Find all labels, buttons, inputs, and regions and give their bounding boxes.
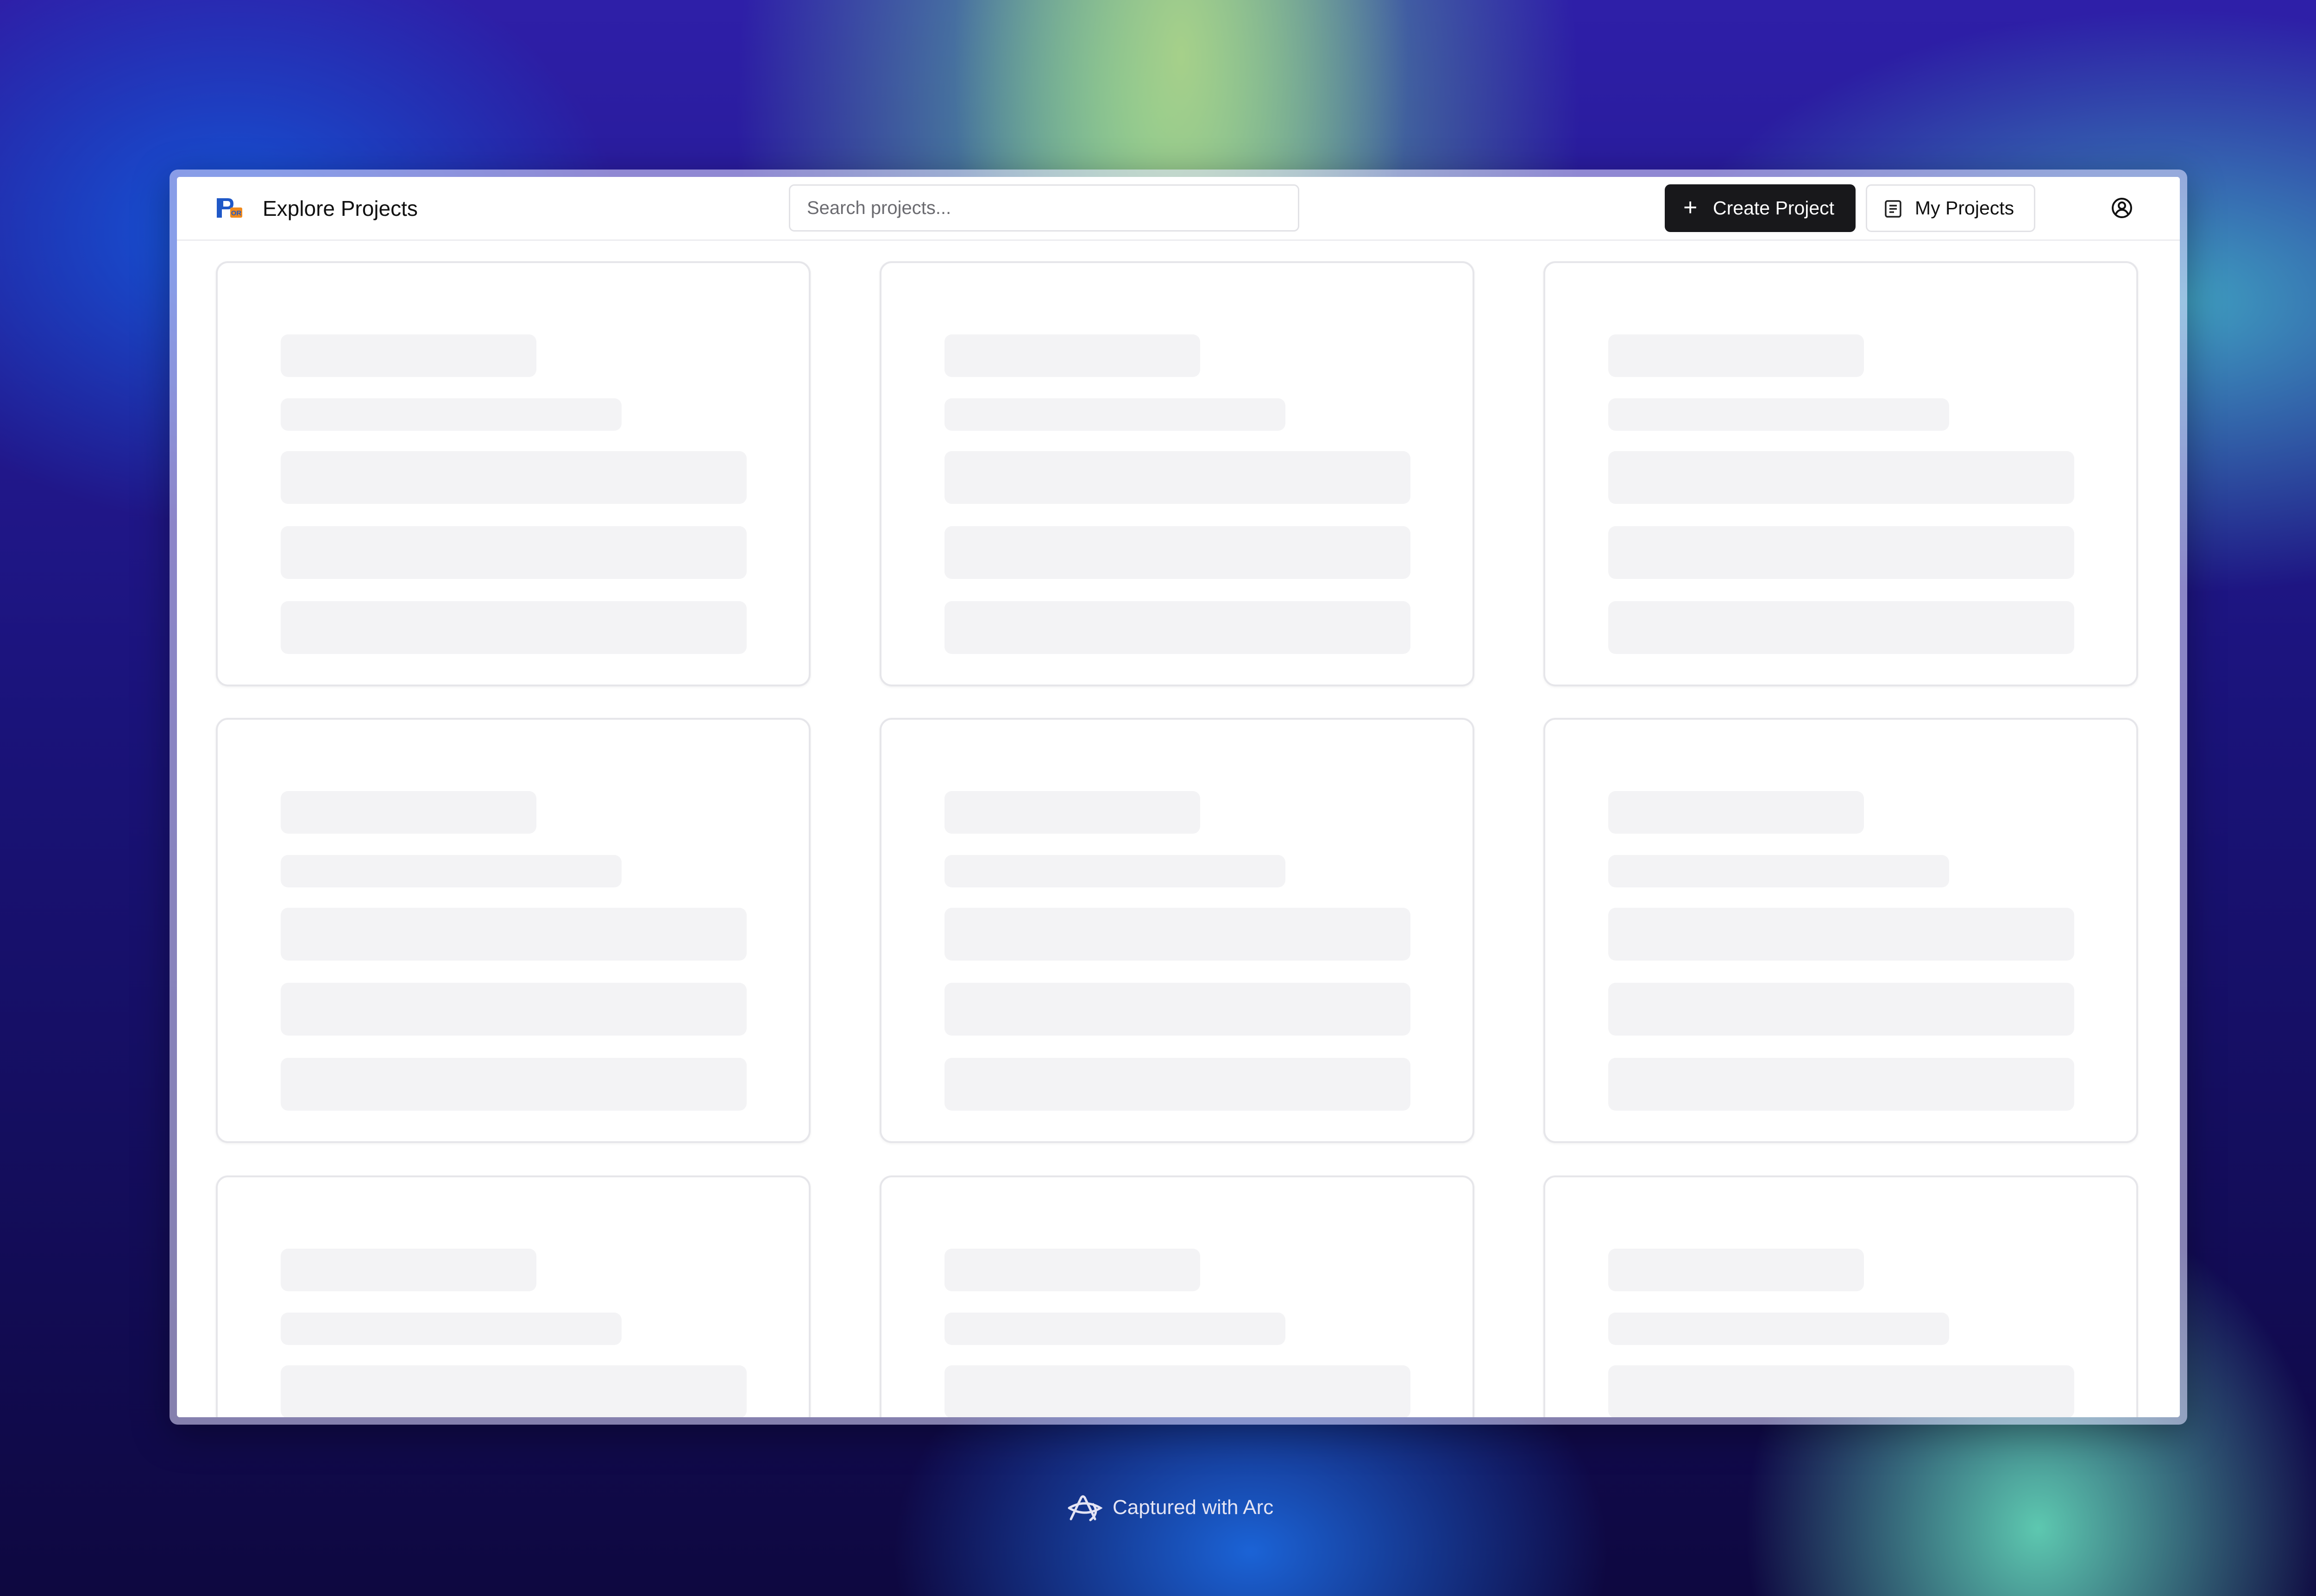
top-navigation-bar: OR Explore Projects + Create Project My [177,177,2180,241]
skeleton-line [944,601,1410,654]
my-projects-label: My Projects [1915,197,2014,219]
svg-text:OR: OR [231,209,242,217]
skeleton-line [1608,526,2074,579]
skeleton-line [1608,1365,2074,1417]
desktop-background: OR Explore Projects + Create Project My [0,0,2316,1596]
skeleton-title [1608,1249,1864,1291]
page-title: Explore Projects [263,196,418,220]
user-circle-icon[interactable] [2110,196,2133,220]
project-card-skeleton [216,261,811,686]
create-project-button[interactable]: + Create Project [1665,184,1856,232]
skeleton-line [944,526,1410,579]
skeleton-subtitle [1608,398,1949,431]
project-card-skeleton [1543,1175,2138,1417]
skeleton-subtitle [1608,1313,1949,1345]
skeleton-line [281,1058,747,1111]
skeleton-line [281,908,747,961]
skeleton-line [281,601,747,654]
create-project-label: Create Project [1713,197,1835,219]
skeleton-line [281,983,747,1036]
skeleton-line [1608,451,2074,504]
skeleton-title [281,791,536,834]
skeleton-line [1608,601,2074,654]
skeleton-subtitle [944,398,1285,431]
project-card-skeleton [880,1175,1474,1417]
project-card-skeleton [880,718,1474,1143]
skeleton-subtitle [281,855,622,887]
skeleton-line [944,983,1410,1036]
skeleton-subtitle [281,398,622,431]
skeleton-line [1608,1058,2074,1111]
skeleton-subtitle [1608,855,1949,887]
skeleton-title [944,334,1200,377]
project-card-skeleton [1543,261,2138,686]
capture-caption: Captured with Arc [1065,1487,1297,1528]
skeleton-title [1608,334,1864,377]
app-page: OR Explore Projects + Create Project My [177,177,2180,1417]
project-grid [177,241,2180,1417]
skeleton-title [281,334,536,377]
skeleton-line [944,451,1410,504]
browser-window: OR Explore Projects + Create Project My [170,170,2187,1425]
search-input[interactable] [789,184,1299,232]
skeleton-subtitle [944,855,1285,887]
project-card-skeleton [1543,718,2138,1143]
skeleton-line [281,1365,747,1417]
skeleton-line [944,1058,1410,1111]
capture-caption-text: Captured with Arc [1113,1496,1274,1519]
skeleton-line [944,1365,1410,1417]
skeleton-title [944,1249,1200,1291]
skeleton-title [1608,791,1864,834]
app-logo-icon[interactable]: OR [216,196,244,220]
skeleton-title [281,1249,536,1291]
skeleton-line [944,908,1410,961]
skeleton-line [1608,908,2074,961]
skeleton-line [1608,983,2074,1036]
skeleton-subtitle [944,1313,1285,1345]
arc-browser-icon [1068,1495,1102,1521]
skeleton-line [281,451,747,504]
my-projects-button[interactable]: My Projects [1866,184,2035,232]
plus-icon: + [1683,194,1698,221]
project-card-skeleton [216,1175,811,1417]
project-card-skeleton [880,261,1474,686]
project-card-skeleton [216,718,811,1143]
skeleton-title [944,791,1200,834]
skeleton-line [281,526,747,579]
document-list-icon [1885,200,1901,218]
skeleton-subtitle [281,1313,622,1345]
